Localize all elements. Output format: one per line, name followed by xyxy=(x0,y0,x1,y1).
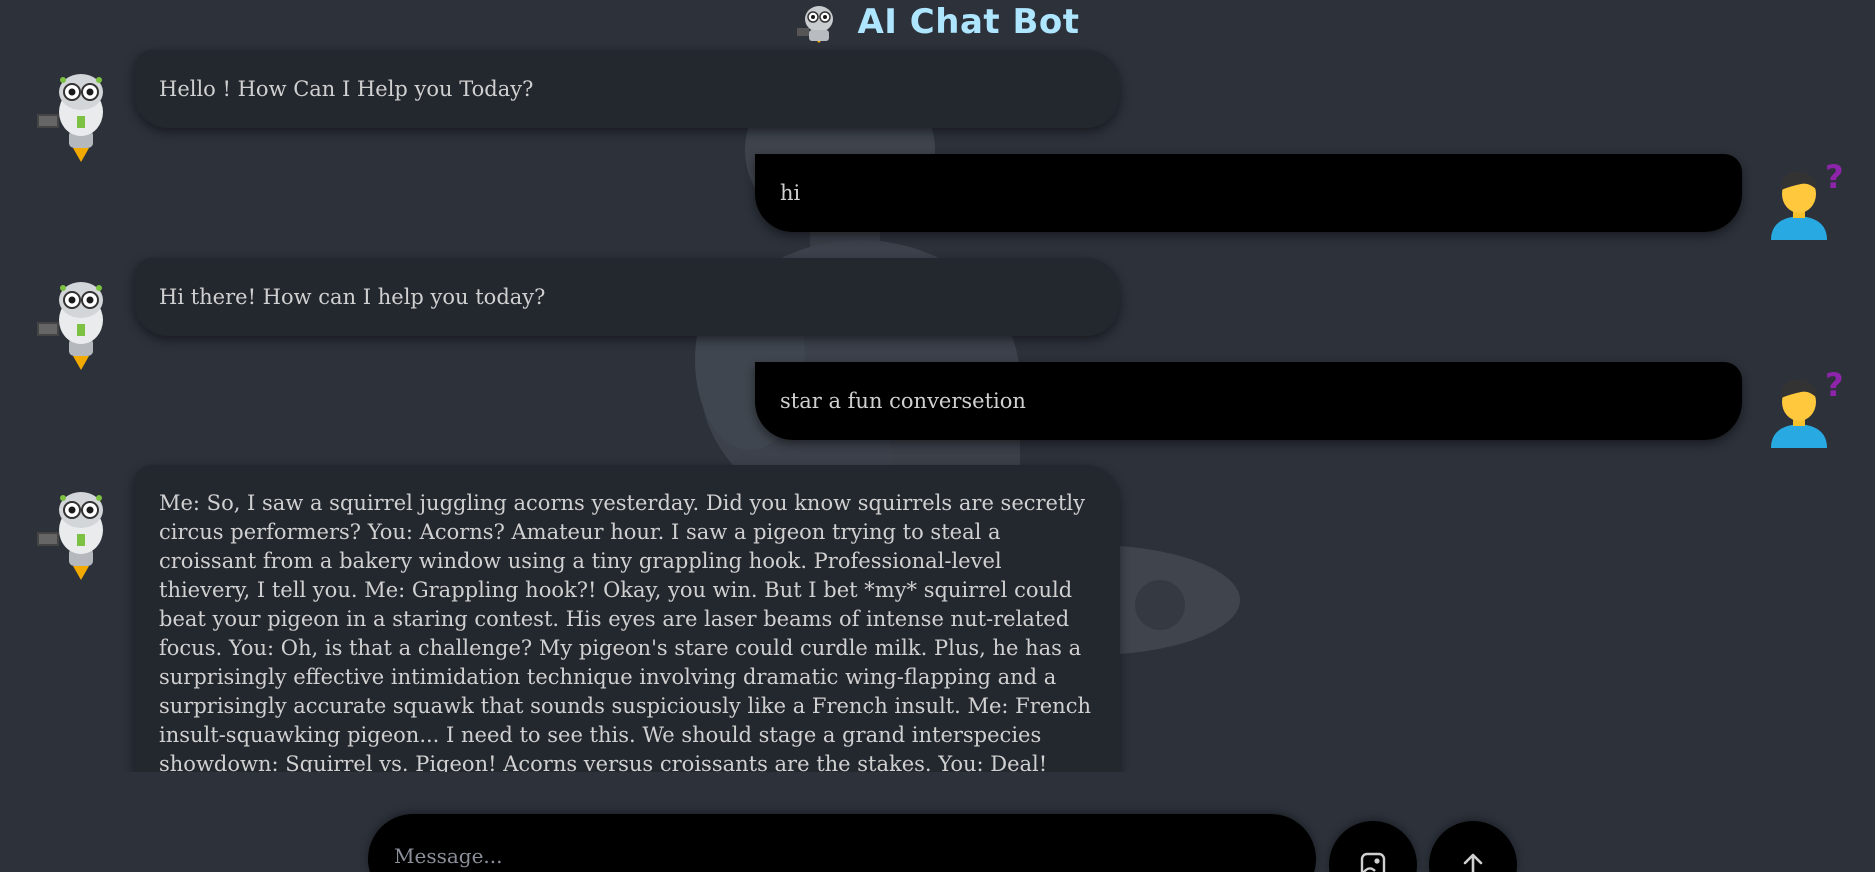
bot-avatar xyxy=(37,74,103,162)
bot-avatar xyxy=(37,492,103,580)
user-message-bubble: star a fun conversetion xyxy=(755,362,1742,440)
bot-message-bubble: Me: So, I saw a squirrel juggling acorns… xyxy=(134,465,1120,772)
svg-text:?: ? xyxy=(1825,368,1844,404)
bot-message-bubble: Hi there! How can I help you today? xyxy=(134,258,1120,336)
user-message-bubble: hi xyxy=(755,154,1742,232)
bot-avatar xyxy=(37,282,103,370)
user-avatar-icon: ? xyxy=(1771,368,1844,448)
bot-message-text: Hello ! How Can I Help you Today? xyxy=(159,77,534,101)
message-input[interactable] xyxy=(392,838,1276,872)
chat-app: AI Chat Bot Hello ! How Can I Help you T… xyxy=(0,0,1875,872)
bot-message-bubble: Hello ! How Can I Help you Today? xyxy=(134,50,1120,128)
bot-message-text: Me: So, I saw a squirrel juggling acorns… xyxy=(159,491,1091,772)
user-avatar-icon: ? xyxy=(1771,160,1844,240)
image-upload-icon xyxy=(1360,852,1386,872)
bot-message-text: Hi there! How can I help you today? xyxy=(159,285,546,309)
message-composer xyxy=(368,814,1316,872)
arrow-up-icon xyxy=(1463,853,1483,872)
attach-image-button[interactable] xyxy=(1329,821,1417,872)
user-message-text: star a fun conversetion xyxy=(780,389,1026,413)
svg-text:?: ? xyxy=(1825,160,1844,196)
message-list: Hello ! How Can I Help you Today? hi ? H… xyxy=(0,44,1875,772)
app-header: AI Chat Bot xyxy=(0,0,1875,44)
user-message-text: hi xyxy=(780,181,801,205)
robot-logo-icon xyxy=(797,6,834,43)
send-button[interactable] xyxy=(1429,821,1517,872)
page-title: AI Chat Bot xyxy=(857,2,1080,42)
